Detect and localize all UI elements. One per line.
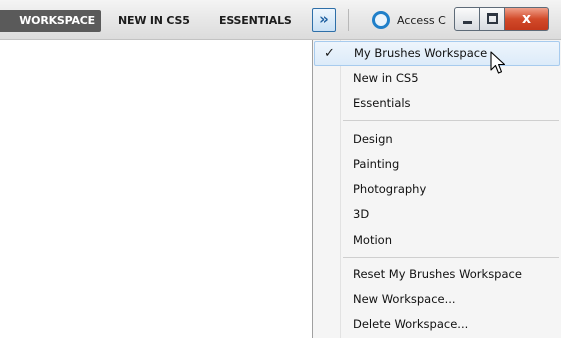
- cs-live-label[interactable]: Access C: [397, 11, 446, 31]
- menu-separator: [343, 257, 559, 258]
- menu-item-new-workspace[interactable]: New Workspace...: [313, 287, 561, 312]
- close-icon: x: [521, 11, 532, 27]
- menu-item-label: Delete Workspace...: [353, 317, 469, 331]
- menu-item-label: Painting: [353, 157, 400, 171]
- menu-item-label: New in CS5: [353, 71, 419, 85]
- minimize-icon: [463, 21, 472, 24]
- menu-item-essentials[interactable]: Essentials: [313, 91, 561, 116]
- overflow-chevrons-icon: »: [319, 10, 329, 28]
- workspace-tab-new-in-cs5[interactable]: NEW IN CS5: [118, 10, 190, 32]
- checkmark-icon: ✓: [324, 46, 335, 61]
- menu-item-label: 3D: [353, 207, 370, 221]
- maximize-button[interactable]: [480, 7, 505, 31]
- maximize-icon: [487, 13, 498, 24]
- workspace-dropdown-menu: ✓ My Brushes Workspace New in CS5 Essent…: [312, 40, 561, 338]
- menu-item-new-in-cs5[interactable]: New in CS5: [313, 66, 561, 91]
- workspace-overflow-button[interactable]: »: [312, 8, 336, 32]
- menu-item-motion[interactable]: Motion: [313, 228, 561, 253]
- menu-item-label: Photography: [353, 182, 427, 196]
- minimize-button[interactable]: [454, 7, 480, 31]
- workspace-tab-essentials[interactable]: ESSENTIALS: [219, 10, 292, 32]
- menu-item-my-brushes-workspace[interactable]: ✓ My Brushes Workspace: [314, 41, 560, 66]
- menu-item-photography[interactable]: Photography: [313, 177, 561, 202]
- menu-item-label: My Brushes Workspace: [354, 46, 488, 60]
- menu-separator: [343, 120, 559, 121]
- menu-item-label: Reset My Brushes Workspace: [353, 267, 522, 281]
- mouse-cursor-icon: [490, 51, 506, 74]
- workspace-bar: WORKSPACE NEW IN CS5 ESSENTIALS » Access…: [0, 0, 561, 40]
- menu-item-design[interactable]: Design: [313, 127, 561, 152]
- menu-item-3d[interactable]: 3D: [313, 202, 561, 227]
- workspace-tab-my-brushes[interactable]: WORKSPACE: [0, 10, 101, 32]
- toolbar-divider: [348, 9, 349, 31]
- menu-item-delete-workspace[interactable]: Delete Workspace...: [313, 312, 561, 337]
- menu-item-painting[interactable]: Painting: [313, 152, 561, 177]
- close-button[interactable]: x: [505, 7, 549, 31]
- menu-item-label: Motion: [353, 233, 392, 247]
- menu-item-label: Essentials: [353, 96, 411, 110]
- menu-item-reset-workspace[interactable]: Reset My Brushes Workspace: [313, 262, 561, 287]
- menu-item-label: Design: [353, 132, 393, 146]
- cs-live-icon[interactable]: [372, 11, 390, 29]
- menu-item-label: New Workspace...: [353, 292, 456, 306]
